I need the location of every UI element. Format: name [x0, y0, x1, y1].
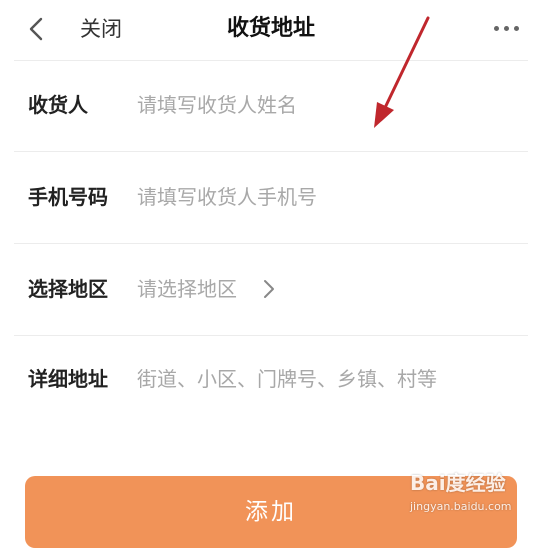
watermark-logo: Bai度经验 [410, 471, 506, 495]
region-label: 选择地区 [28, 277, 108, 301]
top-nav-bar: 关闭 收货地址 [0, 0, 542, 60]
address-label: 详细地址 [28, 367, 108, 391]
recipient-row: 收货人 [0, 60, 542, 150]
address-row: 详细地址 [0, 336, 542, 426]
more-horizontal-icon[interactable] [494, 26, 520, 34]
region-selector[interactable]: 请选择地区 [137, 274, 237, 304]
detail-address-input[interactable] [137, 363, 517, 395]
annotation-arrow-icon [374, 16, 430, 128]
chevron-left-icon[interactable] [24, 16, 50, 42]
recipient-label: 收货人 [28, 93, 88, 117]
chevron-right-icon[interactable] [262, 279, 276, 299]
phone-input[interactable] [137, 181, 517, 213]
phone-row: 手机号码 [0, 152, 542, 242]
recipient-name-input[interactable] [137, 89, 517, 121]
phone-label: 手机号码 [28, 185, 108, 209]
watermark-url: jingyan.baidu.com [410, 500, 512, 513]
region-row[interactable]: 选择地区 请选择地区 [0, 244, 542, 334]
baidu-jingyan-watermark: Bai度经验 jingyan.baidu.com [410, 470, 540, 530]
close-button[interactable]: 关闭 [80, 14, 122, 44]
